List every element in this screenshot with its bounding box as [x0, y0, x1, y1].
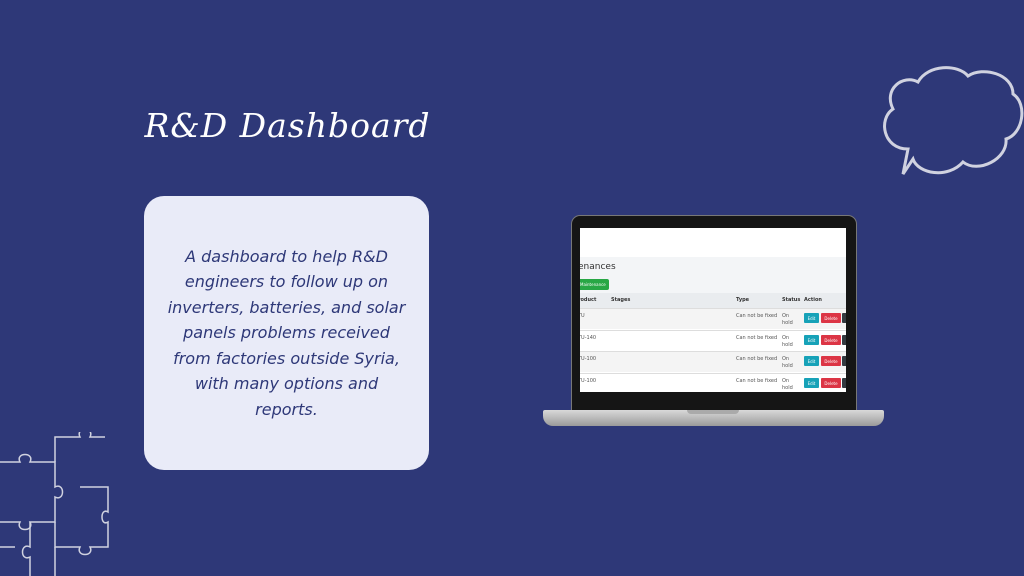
edit-button[interactable]: Edit	[804, 313, 819, 323]
col-status: Status	[782, 297, 801, 303]
col-product: roduct	[580, 297, 597, 303]
page-header: enances Maintenance	[580, 257, 846, 293]
col-stages: Stages	[611, 297, 631, 303]
product-cell: TU	[580, 313, 585, 319]
type-cell: Can not be fixed	[736, 377, 778, 384]
dashboard-screenshot: enances Maintenance roduct Stages Type S…	[580, 228, 846, 392]
product-cell: TU-100	[580, 377, 597, 384]
status-cell: On hold	[782, 313, 793, 326]
edit-button[interactable]: Edit	[804, 334, 819, 345]
laptop-notch	[687, 410, 739, 414]
table-row: TU-140 Can not be fixed On hold Edit Del…	[580, 329, 846, 351]
delete-button[interactable]: Delete	[821, 313, 841, 323]
delete-button[interactable]: Delete	[821, 356, 841, 366]
table-header: roduct Stages Type Status Action	[580, 293, 846, 308]
description-text: A dashboard to help R&D engineers to fol…	[167, 246, 406, 419]
more-button[interactable]	[842, 377, 846, 388]
status-cell: On hold	[782, 334, 793, 348]
product-cell: TU-100	[580, 356, 597, 362]
status-cell: On hold	[782, 377, 793, 391]
speech-bubble-icon	[883, 66, 1024, 175]
delete-button[interactable]: Delete	[821, 334, 841, 345]
more-button[interactable]	[842, 334, 846, 345]
type-cell: Can not be fixed	[736, 313, 778, 319]
table-row: TU-100 Can not be fixed On hold Edit Del…	[580, 372, 846, 393]
delete-button[interactable]: Delete	[821, 377, 841, 388]
table-row: TU Can not be fixed On hold Edit Delete	[580, 308, 846, 329]
description-card: A dashboard to help R&D engineers to fol…	[144, 196, 429, 470]
type-cell: Can not be fixed	[736, 356, 778, 362]
puzzle-icon	[0, 432, 109, 576]
add-maintenance-button[interactable]: Maintenance	[580, 279, 609, 290]
more-button[interactable]	[842, 356, 846, 366]
table-row: TU-100 Can not be fixed On hold Edit Del…	[580, 351, 846, 372]
type-cell: Can not be fixed	[736, 334, 778, 341]
edit-button[interactable]: Edit	[804, 377, 819, 388]
slide-title: R&D Dashboard	[144, 106, 431, 145]
edit-button[interactable]: Edit	[804, 356, 819, 366]
col-action: Action	[804, 297, 822, 303]
product-cell: TU-140	[580, 334, 597, 341]
more-button[interactable]	[842, 313, 846, 323]
col-type: Type	[736, 297, 750, 303]
page-title: enances	[580, 262, 616, 272]
status-cell: On hold	[782, 356, 793, 369]
